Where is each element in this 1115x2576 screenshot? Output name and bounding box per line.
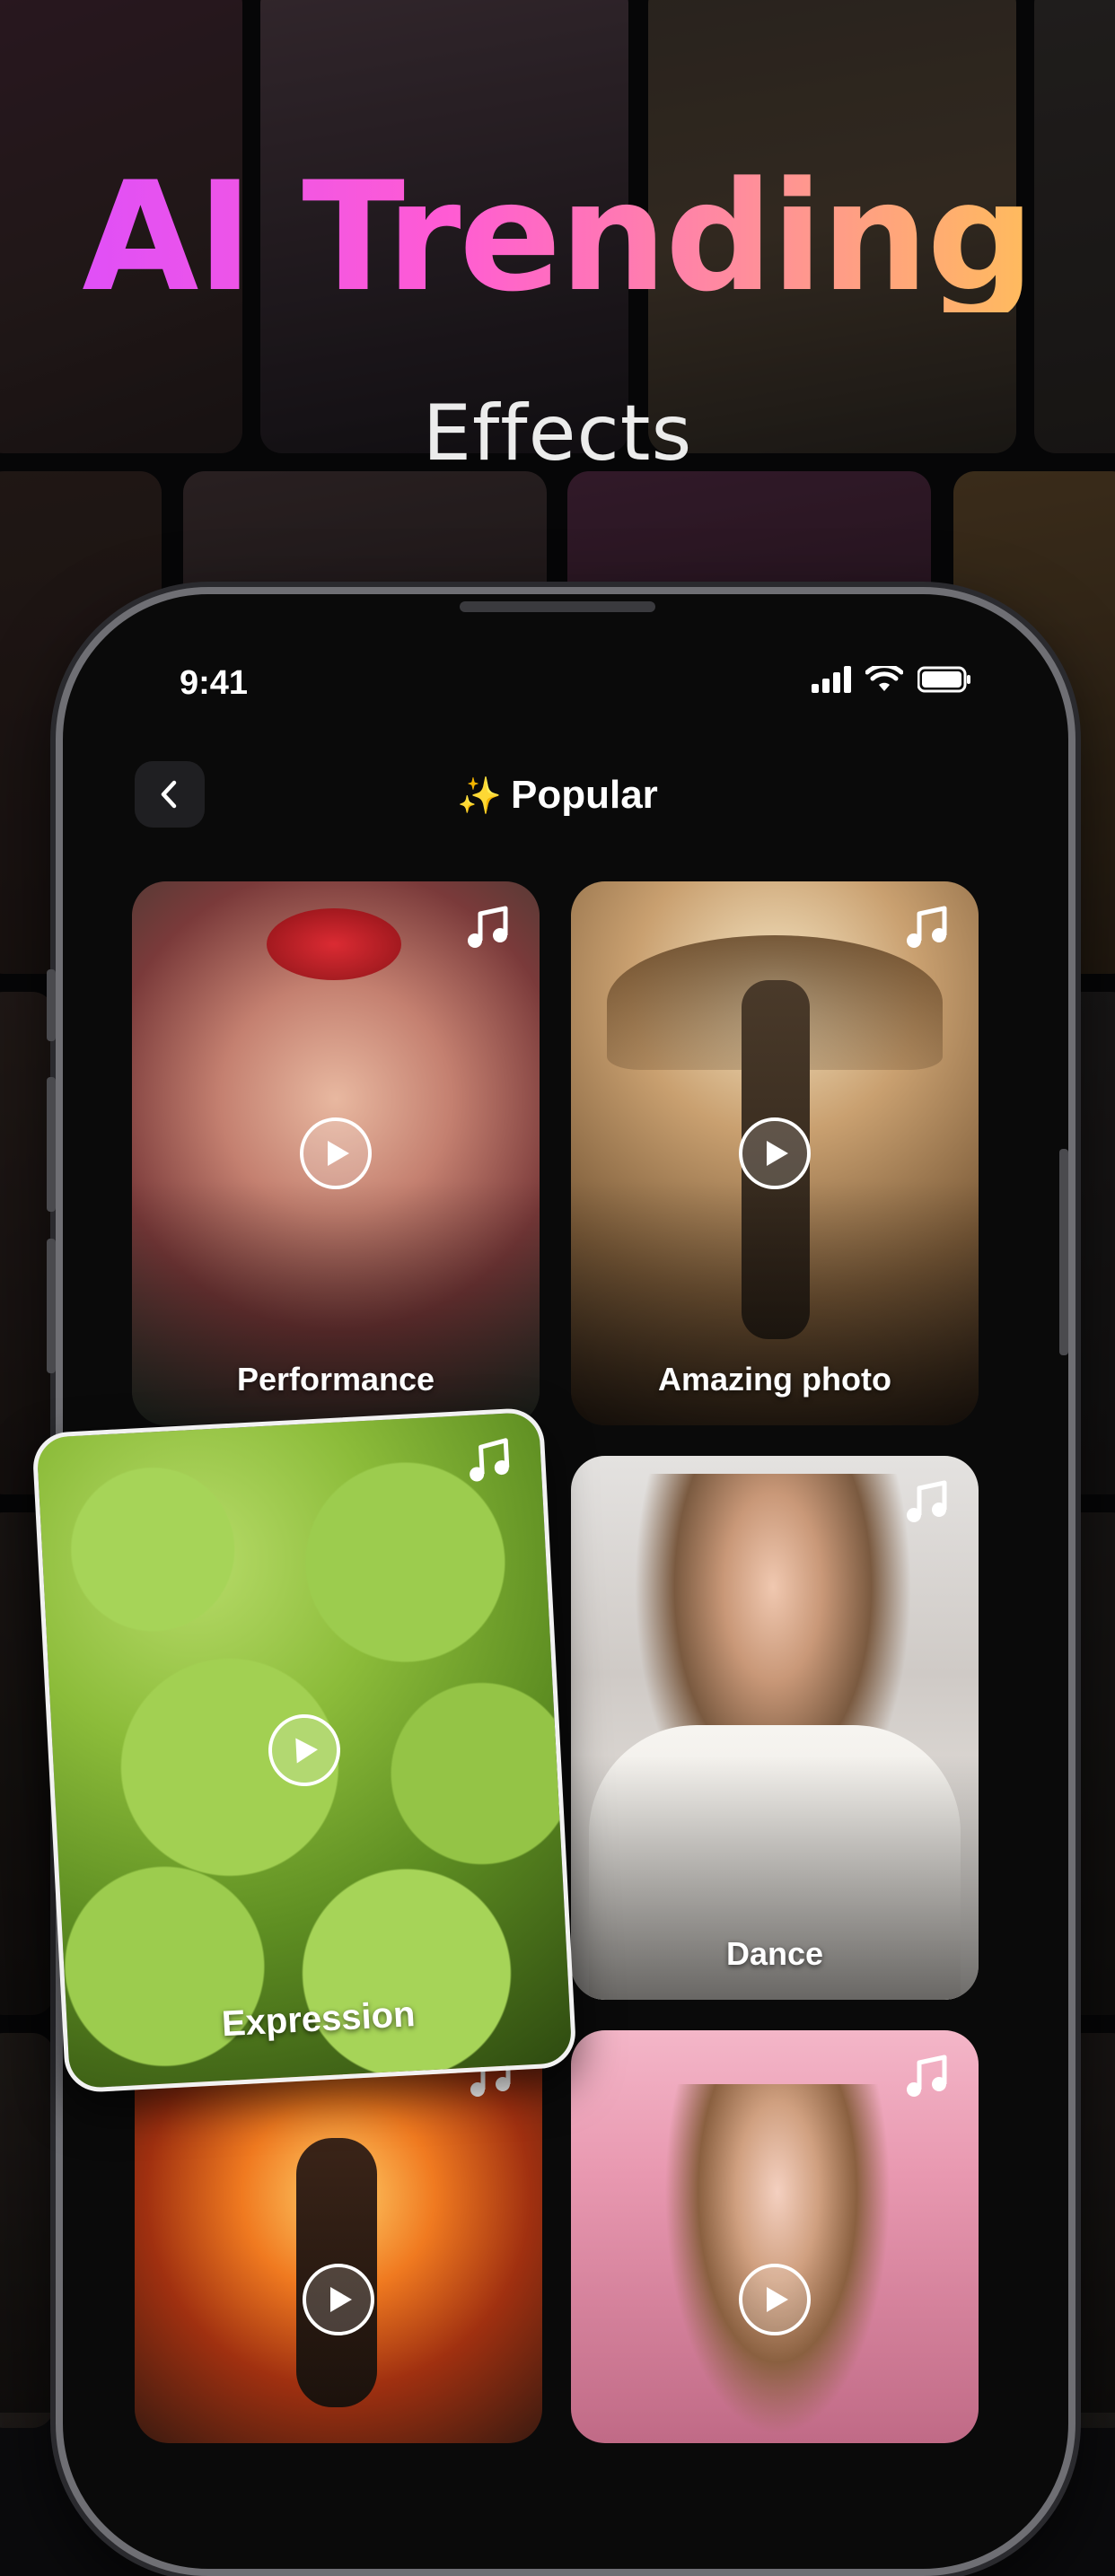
music-note-icon: [907, 1480, 947, 1522]
promo-headline: AI Trending: [0, 162, 1115, 312]
status-time: 9:41: [180, 664, 249, 702]
effect-card-birthday[interactable]: [571, 2030, 979, 2443]
play-icon: [767, 1141, 788, 1166]
phone-speaker: [460, 601, 655, 612]
sparkles-icon: ✨: [457, 776, 502, 816]
play-button[interactable]: [739, 1117, 811, 1189]
effect-card-expression[interactable]: Expression: [31, 1406, 577, 2094]
cellular-signal-icon: [812, 666, 851, 693]
page-title-text: Popular: [511, 773, 658, 817]
music-note-icon: [907, 906, 947, 948]
promo-subheadline: Effects: [422, 389, 693, 478]
phone-side-button: [47, 969, 56, 1041]
status-icons: [812, 666, 971, 693]
effect-card-dance[interactable]: Dance: [571, 1456, 979, 2000]
card-label: Amazing photo: [658, 1361, 891, 1398]
play-icon: [330, 2287, 352, 2312]
play-button[interactable]: [739, 2264, 811, 2335]
play-icon: [328, 1141, 349, 1166]
card-label: Dance: [725, 1935, 824, 1972]
music-note-icon: [468, 906, 508, 948]
effect-card-performance[interactable]: Performance: [132, 881, 540, 1425]
phone-side-button: [47, 1077, 56, 1212]
wifi-icon: [865, 666, 903, 691]
phone-side-button: [1059, 1149, 1068, 1355]
music-note-icon: [907, 2055, 947, 2097]
battery-icon: [917, 666, 970, 693]
card-label: Performance: [236, 1361, 435, 1398]
play-button[interactable]: [303, 2264, 374, 2335]
play-button[interactable]: [300, 1117, 372, 1189]
play-icon: [295, 1738, 318, 1764]
play-icon: [767, 2287, 788, 2312]
background-tile: [0, 2033, 54, 2428]
phone-side-button: [47, 1239, 56, 1373]
background-tile: [0, 992, 54, 1494]
page-title: ✨ Popular: [0, 770, 1115, 821]
effect-card-amazing-photo[interactable]: Amazing photo: [571, 881, 979, 1425]
music-note-icon: [470, 1438, 510, 1482]
effect-card-fire[interactable]: [135, 2030, 542, 2443]
